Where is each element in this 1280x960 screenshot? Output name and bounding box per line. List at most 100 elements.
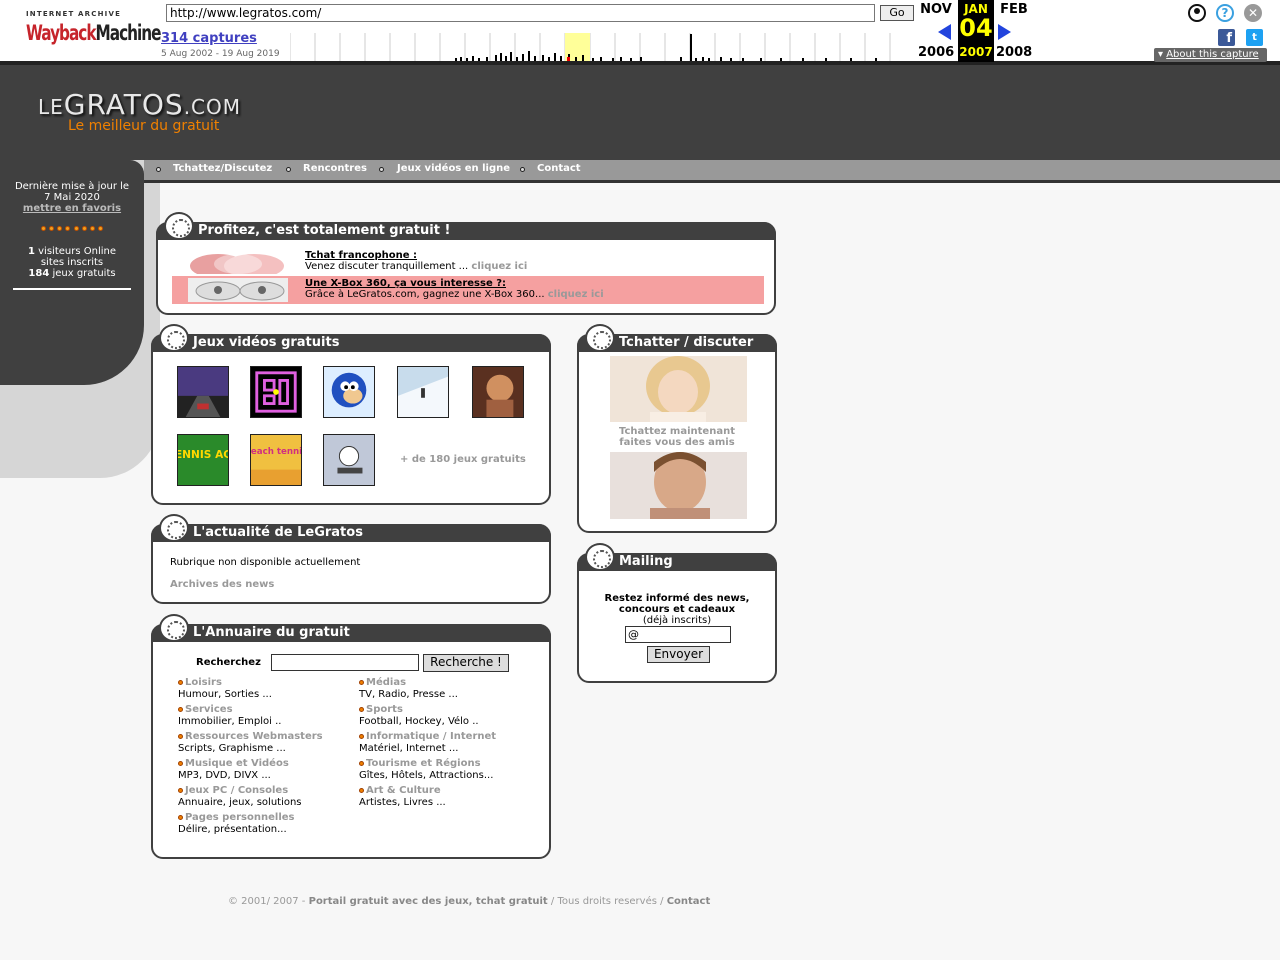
about-capture-button[interactable]: ▾ About this capture <box>1154 48 1267 62</box>
game-thumb-racing[interactable] <box>177 366 229 418</box>
nav-item-contact[interactable]: Contact <box>537 163 581 174</box>
favorites-link[interactable]: mettre en favoris <box>0 203 144 214</box>
film-reel-icon <box>585 324 615 352</box>
promo-xbox-link[interactable]: Une X-Box 360, ça vous interesse ?: <box>305 278 604 289</box>
news-title: L'actualité de LeGratos <box>151 524 551 542</box>
directory-category[interactable]: Sports Football, Hockey, Vélo .. <box>359 704 479 728</box>
games-box: Jeux vidéos gratuits TENNIS ACE beach te… <box>151 324 551 505</box>
directory-search-input[interactable] <box>271 654 419 671</box>
news-text: Rubrique non disponible actuellement <box>170 557 361 568</box>
promo-chat-link[interactable]: Tchat francophone : <box>305 250 527 261</box>
directory-category[interactable]: Informatique / Internet Matériel, Interne… <box>359 731 496 755</box>
film-reel-icon <box>585 543 615 571</box>
directory-category[interactable]: Médias TV, Radio, Presse ... <box>359 677 458 701</box>
directory-title: L'Annuaire du gratuit <box>151 624 551 642</box>
close-icon[interactable]: ✕ <box>1244 4 1262 22</box>
bullet-icon <box>178 733 183 739</box>
bullet-icon <box>520 167 525 172</box>
nav-item-chat[interactable]: Tchattez/Discutez <box>173 163 272 174</box>
directory-search-button[interactable]: Recherche ! <box>423 654 509 672</box>
bullet-icon <box>178 706 183 712</box>
chat-photo-woman[interactable] <box>610 356 747 422</box>
more-games-link[interactable]: + de 180 jeux gratuits <box>400 454 526 465</box>
bullet-icon <box>359 760 364 766</box>
main-nav: Tchattez/Discutez Rencontres Jeux vidéos… <box>144 160 1280 180</box>
promo-chat-cta[interactable]: cliquez ici <box>471 261 527 272</box>
bullet-icon <box>156 167 161 172</box>
footer-contact-link[interactable]: Contact <box>667 896 711 907</box>
directory-category[interactable]: Art & Culture Artistes, Livres ... <box>359 785 446 809</box>
game-thumb-beach-tennis[interactable]: beach tennis <box>250 434 302 486</box>
directory-category[interactable]: Ressources Webmasters Scripts, Graphisme … <box>178 731 323 755</box>
twitter-icon[interactable]: t <box>1246 29 1263 46</box>
promo-xbox-row: Une X-Box 360, ça vous interesse ?: Grâc… <box>172 276 764 304</box>
footer: © 2001/ 2007 - Portail gratuit avec des … <box>228 896 711 907</box>
bullet-icon <box>178 814 183 820</box>
game-thumb-fighter[interactable] <box>472 366 524 418</box>
film-reel-icon <box>159 614 189 642</box>
rating-dots <box>41 226 103 234</box>
games-title: Jeux vidéos gratuits <box>151 334 551 352</box>
mailing-email-input[interactable] <box>625 626 731 643</box>
svg-text:TENNIS ACE: TENNIS ACE <box>177 449 229 461</box>
game-thumb-sonic[interactable] <box>323 366 375 418</box>
captures-link[interactable]: 314 captures <box>161 31 257 46</box>
svg-text:beach tennis: beach tennis <box>250 447 302 457</box>
directory-category[interactable]: Jeux PC / Consoles Annuaire, jeux, soluti… <box>178 785 302 809</box>
chat-photo-man[interactable] <box>610 452 747 519</box>
bullet-icon <box>359 787 364 793</box>
wayback-toolbar: INTERNET ARCHIVE WaybackMachine http://w… <box>0 0 1280 65</box>
chat-box: Tchatter / discuter Tchattez maintenant … <box>577 324 777 533</box>
current-month: JAN 04 2007 <box>958 0 994 62</box>
bullet-icon <box>178 787 183 793</box>
bullet-icon <box>359 706 364 712</box>
promo-title: Profitez, c'est totalement gratuit ! <box>156 222 776 240</box>
bullet-icon <box>286 167 291 172</box>
game-thumb-pacman[interactable] <box>250 366 302 418</box>
capture-sparkline[interactable] <box>290 33 914 61</box>
film-reel-icon <box>159 324 189 352</box>
directory-category[interactable]: Tourisme et Régions Gîtes, Hôtels, Attrac… <box>359 758 493 782</box>
help-icon[interactable]: ? <box>1216 4 1234 22</box>
bullet-icon <box>379 167 384 172</box>
bullet-icon <box>178 760 183 766</box>
go-button[interactable]: Go <box>880 5 914 21</box>
promo-box: Profitez, c'est totalement gratuit ! Tch… <box>156 212 776 315</box>
wayback-logo[interactable]: INTERNET ARCHIVE WaybackMachine <box>22 10 162 50</box>
prev-capture-arrow-icon[interactable] <box>938 24 951 40</box>
directory-box: L'Annuaire du gratuit Recherchez Recherc… <box>151 614 551 859</box>
site-tagline: Le meilleur du gratuit <box>68 118 220 134</box>
nav-item-rencontres[interactable]: Rencontres <box>303 163 367 174</box>
directory-category[interactable]: Pages personnelles Délire, présentation..… <box>178 812 295 836</box>
calendar-nav: NOV 2006 JAN 04 2007 FEB 2008 <box>918 0 1038 62</box>
search-label: Recherchez <box>196 657 261 668</box>
directory-category[interactable]: Musique et Vidéos MP3, DVD, DIVX ... <box>178 758 289 782</box>
news-box: L'actualité de LeGratos Rubrique non dis… <box>151 514 551 604</box>
sidebar-divider <box>13 288 131 290</box>
game-thumb-ski[interactable] <box>397 366 449 418</box>
url-input[interactable]: http://www.legratos.com/ <box>166 4 875 22</box>
nav-divider <box>144 180 1280 183</box>
directory-category[interactable]: Loisirs Humour, Sorties ... <box>178 677 272 701</box>
next-capture-arrow-icon[interactable] <box>998 24 1011 40</box>
bullet-icon <box>359 679 364 685</box>
facebook-icon[interactable]: f <box>1218 29 1235 46</box>
bullet-icon <box>178 679 183 685</box>
capture-range: 5 Aug 2002 - 19 Aug 2019 <box>161 49 280 59</box>
news-archives-link[interactable]: Archives des news <box>170 579 274 590</box>
site-header: LEGRATOS.COM Le meilleur du gratuit <box>0 65 1280 160</box>
mailing-box: Mailing Restez informé des news, concour… <box>577 543 777 683</box>
film-reel-icon <box>159 514 189 542</box>
hearts-image <box>190 254 284 274</box>
directory-category[interactable]: Services Immobilier, Emploi .. <box>178 704 281 728</box>
game-thumb-snowboard[interactable] <box>323 434 375 486</box>
game-thumb-tennis-ace[interactable]: TENNIS ACE <box>177 434 229 486</box>
site-logo[interactable]: LEGRATOS.COM Le meilleur du gratuit <box>38 88 241 134</box>
nav-item-jeux[interactable]: Jeux vidéos en ligne <box>397 163 510 174</box>
user-icon[interactable] <box>1188 4 1206 22</box>
xbox-controller-image <box>188 278 288 302</box>
bullet-icon <box>359 733 364 739</box>
promo-xbox-cta[interactable]: cliquez ici <box>548 289 604 300</box>
mailing-submit-button[interactable]: Envoyer <box>647 646 710 663</box>
footer-portal-link[interactable]: Portail gratuit avec des jeux, tchat gra… <box>309 896 548 907</box>
